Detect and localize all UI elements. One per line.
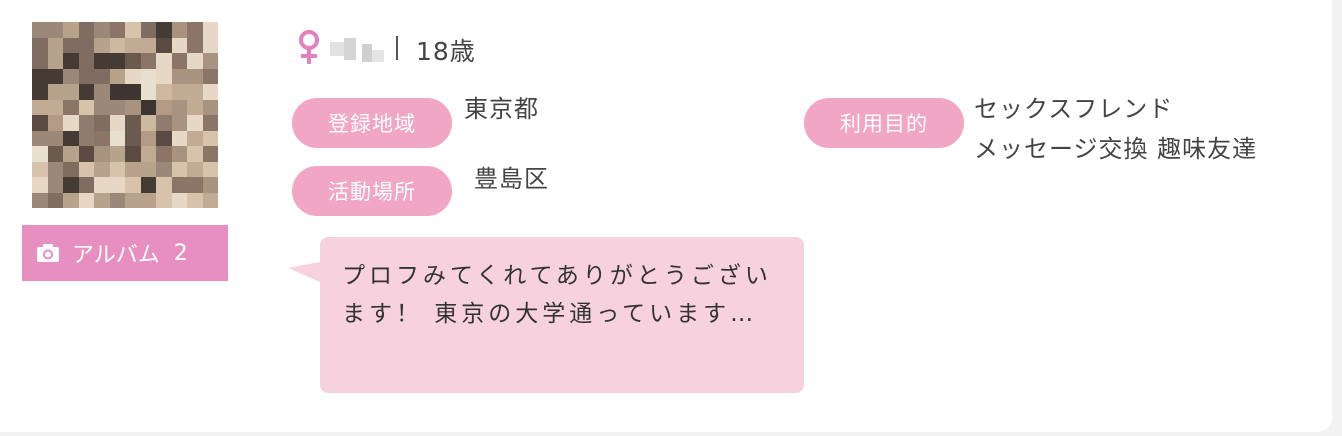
region-value: 東京都 [464, 95, 539, 123]
username-blurred [330, 36, 386, 62]
profile-card: アルバム 2 18歳 登録地域 東京都 活動場所 豊島区 利用目的 セックスフレ… [0, 0, 1332, 432]
purpose-tag: 利用目的 [804, 98, 964, 148]
message-bubble: プロフみてくれてありがとうございます！ 東京の大学通っています… [320, 237, 804, 393]
avatar[interactable] [32, 22, 218, 208]
album-label: アルバム [72, 243, 160, 268]
female-icon [299, 30, 319, 64]
age: 18歳 [416, 37, 476, 66]
region-tag: 登録地域 [292, 98, 452, 148]
purpose-value-line1: セックスフレンド [974, 95, 1174, 123]
activity-value: 豊島区 [474, 165, 549, 193]
camera-icon [37, 244, 59, 262]
separator [396, 36, 398, 60]
bubble-tail [288, 262, 320, 282]
activity-tag: 活動場所 [292, 166, 452, 216]
album-button[interactable]: アルバム 2 [22, 225, 228, 281]
album-count: 2 [173, 240, 188, 266]
purpose-value-line2: メッセージ交換 趣味友達 [974, 135, 1258, 163]
